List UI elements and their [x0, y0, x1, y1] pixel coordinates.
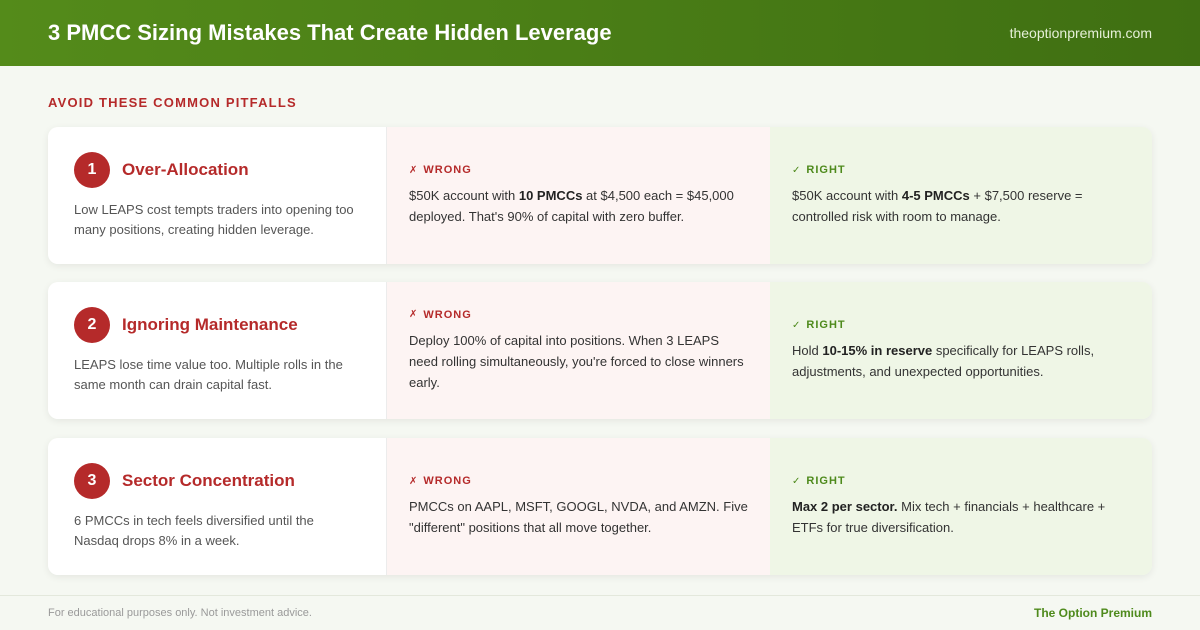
mistake-description: 6 PMCCs in tech feels diversified until … — [74, 512, 314, 548]
check-mark-icon: ✓ — [792, 164, 802, 176]
x-mark-icon: ✗ — [409, 164, 419, 176]
footer-bar: For educational purposes only. Not inves… — [0, 595, 1200, 630]
emphasis-text: 10 PMCCs — [518, 188, 583, 203]
mistake-card-3: 3 Sector Concentration 6 PMCCs in tech f… — [48, 438, 1152, 575]
emphasis-text: Max 2 per sector. — [792, 499, 898, 514]
wrong-text: PMCCs on AAPL, MSFT, GOOGL, NVDA, and AM… — [409, 496, 748, 538]
number-badge: 3 — [74, 462, 110, 499]
right-panel: ✓ RIGHT $50K account with 4-5 PMCCs + $7… — [770, 127, 1152, 264]
right-text: Max 2 per sector. Mix tech + financials … — [792, 496, 1130, 538]
header-bar: 3 PMCC Sizing Mistakes That Create Hidde… — [0, 0, 1200, 66]
emphasis-text: 4-5 PMCCs — [901, 188, 970, 203]
right-tag: ✓ RIGHT — [792, 475, 1130, 487]
site-url: theoptionpremium.com — [1009, 25, 1152, 41]
text-segment: $50K account with — [409, 188, 519, 203]
mistake-summary: 2 Ignoring Maintenance LEAPS lose time v… — [48, 282, 387, 419]
right-label: RIGHT — [806, 319, 846, 331]
mistake-summary: 3 Sector Concentration 6 PMCCs in tech f… — [48, 438, 387, 575]
text-segment: Hold — [792, 343, 823, 358]
mistake-card-1: 1 Over-Allocation Low LEAPS cost tempts … — [48, 127, 1152, 264]
wrong-tag: ✗ WRONG — [409, 475, 748, 487]
wrong-panel: ✗ WRONG Deploy 100% of capital into posi… — [387, 282, 770, 419]
number-badge: 2 — [74, 306, 110, 343]
mistake-title: Sector Concentration — [122, 470, 295, 490]
mistake-title: Over-Allocation — [122, 159, 249, 179]
text-segment: PMCCs on AAPL, MSFT, GOOGL, NVDA, and AM… — [409, 499, 748, 535]
right-label: RIGHT — [806, 164, 846, 176]
text-segment: $50K account with — [792, 188, 902, 203]
wrong-tag: ✗ WRONG — [409, 164, 748, 176]
mistake-description: LEAPS lose time value too. Multiple roll… — [74, 356, 343, 392]
wrong-panel: ✗ WRONG PMCCs on AAPL, MSFT, GOOGL, NVDA… — [387, 438, 770, 575]
page-title: 3 PMCC Sizing Mistakes That Create Hidde… — [48, 20, 612, 45]
check-mark-icon: ✓ — [792, 319, 802, 331]
right-panel: ✓ RIGHT Hold 10-15% in reserve specifica… — [770, 282, 1152, 419]
wrong-text: $50K account with 10 PMCCs at $4,500 eac… — [409, 185, 748, 227]
wrong-text: Deploy 100% of capital into positions. W… — [409, 330, 748, 393]
wrong-label: WRONG — [423, 475, 472, 487]
section-title: AVOID THESE COMMON PITFALLS — [48, 95, 297, 110]
text-segment: Deploy 100% of capital into positions. W… — [409, 332, 744, 390]
emphasis-text: 10-15% in reserve — [822, 343, 933, 358]
right-text: Hold 10-15% in reserve specifically for … — [792, 340, 1130, 382]
mistake-description: Low LEAPS cost tempts traders into openi… — [74, 201, 354, 237]
right-panel: ✓ RIGHT Max 2 per sector. Mix tech + fin… — [770, 438, 1152, 575]
right-label: RIGHT — [806, 475, 846, 487]
right-tag: ✓ RIGHT — [792, 319, 1130, 331]
number-badge: 1 — [74, 151, 110, 188]
disclaimer: For educational purposes only. Not inves… — [48, 607, 312, 619]
mistake-card-2: 2 Ignoring Maintenance LEAPS lose time v… — [48, 282, 1152, 419]
x-mark-icon: ✗ — [409, 309, 419, 320]
wrong-label: WRONG — [423, 308, 472, 321]
wrong-tag: ✗ WRONG — [409, 309, 748, 321]
x-mark-icon: ✗ — [409, 475, 419, 487]
right-tag: ✓ RIGHT — [792, 164, 1130, 176]
check-mark-icon: ✓ — [792, 475, 802, 487]
wrong-label: WRONG — [423, 164, 472, 176]
mistake-summary: 1 Over-Allocation Low LEAPS cost tempts … — [48, 127, 387, 264]
brand-name: The Option Premium — [1033, 606, 1152, 620]
wrong-panel: ✗ WRONG $50K account with 10 PMCCs at $4… — [387, 127, 770, 264]
right-text: $50K account with 4-5 PMCCs + $7,500 res… — [792, 185, 1130, 227]
mistake-title: Ignoring Maintenance — [122, 314, 298, 334]
